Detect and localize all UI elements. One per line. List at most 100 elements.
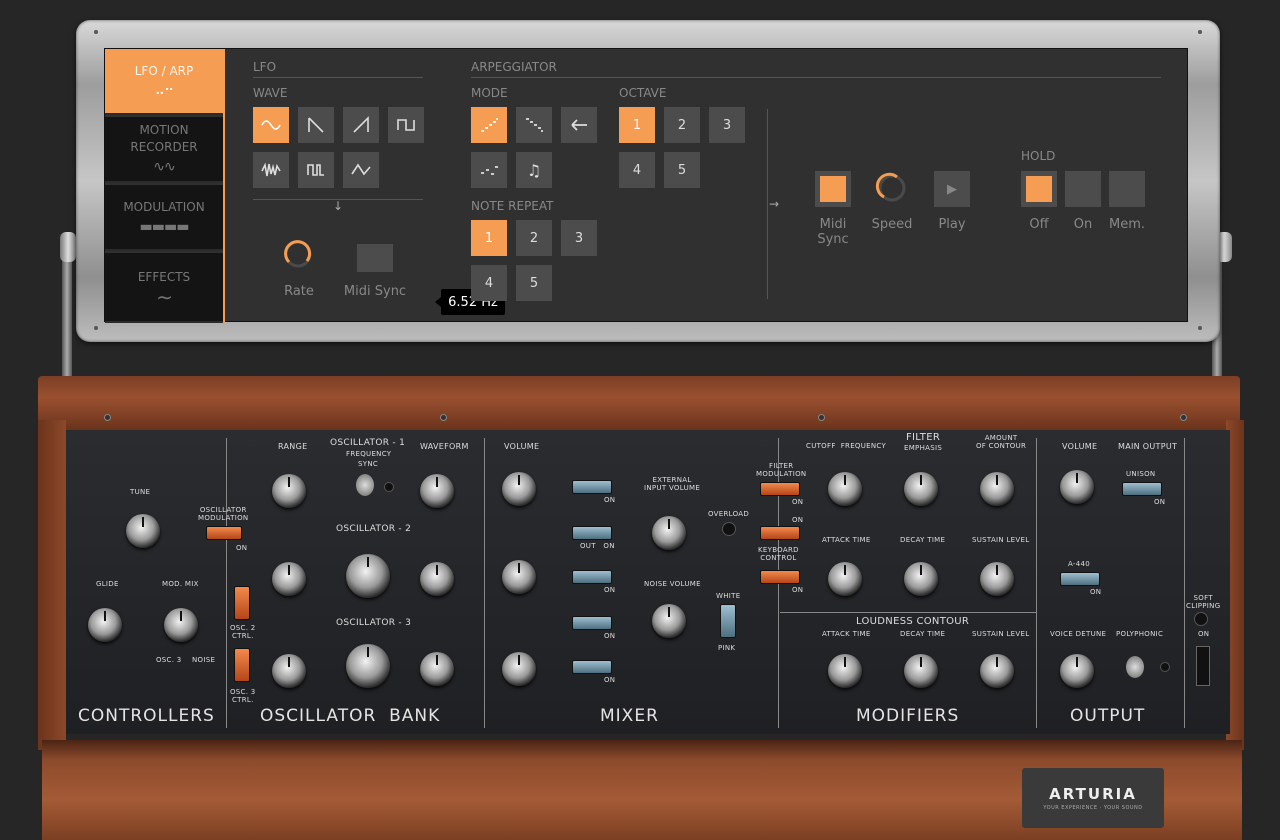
- osc-mod-switch[interactable]: [206, 526, 242, 540]
- mixer-osc1-switch[interactable]: [572, 480, 612, 494]
- osc2-ctrl-switch[interactable]: [234, 586, 250, 620]
- arp-midi-sync-button[interactable]: [815, 171, 851, 207]
- unison-switch[interactable]: [1122, 482, 1162, 496]
- arp-mode-back-button[interactable]: [561, 107, 597, 143]
- a440-switch[interactable]: [1060, 572, 1100, 586]
- arp-mode-up-button[interactable]: [471, 107, 507, 143]
- wave-sine-button[interactable]: [253, 107, 289, 143]
- octave-2-button[interactable]: 2: [664, 107, 700, 143]
- wave-random-button[interactable]: [253, 152, 289, 188]
- arp-lfo-screen: LFO / ARP ⠤⠒ MOTION RECORDER ∿∿ MODULATI…: [104, 48, 1188, 323]
- tab-effects[interactable]: EFFECTS ∼: [105, 253, 223, 323]
- amount-contour-knob[interactable]: [980, 472, 1014, 506]
- tab-modulation[interactable]: MODULATION ▬▬▬▬: [105, 185, 223, 251]
- tab-motion-recorder[interactable]: MOTION RECORDER ∿∿: [105, 117, 223, 183]
- osc2-range-knob[interactable]: [272, 562, 306, 596]
- mixer-osc3-switch[interactable]: [572, 660, 612, 674]
- tab-lfo-arp[interactable]: LFO / ARP ⠤⠒: [105, 49, 223, 115]
- arp-mode-order-button[interactable]: ♫: [516, 152, 552, 188]
- output-title: OUTPUT: [1070, 706, 1146, 726]
- wave-triangle-button[interactable]: [343, 152, 379, 188]
- filter-mod-switch[interactable]: [760, 482, 800, 496]
- noise-volume-knob[interactable]: [652, 604, 686, 638]
- pink-label: PINK: [718, 644, 736, 652]
- osc1-range-knob[interactable]: [272, 474, 306, 508]
- repeat-2-button[interactable]: 2: [516, 220, 552, 256]
- filter-attack-label: ATTACK TIME: [822, 536, 871, 544]
- divider-controllers: [226, 438, 227, 728]
- lfo-rate-knob[interactable]: [281, 237, 315, 271]
- loud-decay-knob[interactable]: [904, 654, 938, 688]
- osc1-title: OSCILLATOR - 1: [330, 438, 406, 448]
- arp-play-button[interactable]: ▶: [934, 171, 970, 207]
- rack-hinge-left: [60, 232, 76, 262]
- oscillator-bank-title: OSCILLATOR BANK: [260, 706, 441, 726]
- hold-off-label: Off: [1029, 217, 1049, 232]
- a440-on: ON: [1090, 588, 1102, 596]
- filter-decay-knob[interactable]: [904, 562, 938, 596]
- octave-5-button[interactable]: 5: [664, 152, 700, 188]
- polyphonic-toggle[interactable]: [1126, 656, 1144, 678]
- osc3-frequency-knob[interactable]: [346, 644, 390, 688]
- soft-clipping-switch[interactable]: [1196, 646, 1210, 686]
- wave-saw-up-button[interactable]: [343, 107, 379, 143]
- mixer-osc1-volume-knob[interactable]: [502, 472, 536, 506]
- octave-1-button[interactable]: 1: [619, 107, 655, 143]
- repeat-5-button[interactable]: 5: [516, 265, 552, 301]
- arp-mode-down-button[interactable]: [516, 107, 552, 143]
- keyboard-ctrl-switch-1[interactable]: [760, 526, 800, 540]
- wave-saw-down-button[interactable]: [298, 107, 334, 143]
- osc2-frequency-knob[interactable]: [346, 554, 390, 598]
- hold-off-button[interactable]: [1021, 171, 1057, 207]
- octave-3-button[interactable]: 3: [709, 107, 745, 143]
- mixer-osc2-volume-knob[interactable]: [502, 560, 536, 594]
- osc3-waveform-knob[interactable]: [420, 652, 454, 686]
- loud-sustain-knob[interactable]: [980, 654, 1014, 688]
- loud-decay-label: DECAY TIME: [900, 630, 946, 638]
- repeat-1-button[interactable]: 1: [471, 220, 507, 256]
- octave-4-button[interactable]: 4: [619, 152, 655, 188]
- hold-mem-button[interactable]: [1109, 171, 1145, 207]
- noise-color-switch[interactable]: [720, 604, 736, 638]
- mixer-osc1-on: ON: [604, 496, 616, 504]
- hold-label: HOLD: [1021, 149, 1056, 163]
- wave-pulse-button[interactable]: [298, 152, 334, 188]
- ext-input-knob[interactable]: [652, 516, 686, 550]
- mixer-noise-switch[interactable]: [572, 616, 612, 630]
- tune-knob[interactable]: [126, 514, 160, 548]
- loud-attack-knob[interactable]: [828, 654, 862, 688]
- mixer-out-on: OUT ON: [580, 542, 615, 550]
- sync-toggle[interactable]: [356, 474, 374, 496]
- modulation-grid-icon: ▬▬▬▬: [139, 218, 190, 235]
- arp-midi-sync-label: Midi Sync: [817, 217, 849, 247]
- arp-mode-random-button[interactable]: [471, 152, 507, 188]
- controllers-title: CONTROLLERS: [78, 706, 215, 726]
- cutoff-knob[interactable]: [828, 472, 862, 506]
- glide-knob[interactable]: [88, 608, 122, 642]
- osc3-range-knob[interactable]: [272, 654, 306, 688]
- osc3-ctrl-switch[interactable]: [234, 648, 250, 682]
- repeat-3-button[interactable]: 3: [561, 220, 597, 256]
- osc2-waveform-knob[interactable]: [420, 562, 454, 596]
- osc2-ctrl-label: OSC. 2 CTRL.: [230, 624, 256, 640]
- unison-label: UNISON: [1126, 470, 1156, 478]
- emphasis-knob[interactable]: [904, 472, 938, 506]
- play-label: Play: [938, 217, 966, 232]
- hold-on-button[interactable]: [1065, 171, 1101, 207]
- mixer-osc2-switch[interactable]: [572, 570, 612, 584]
- keyboard-ctrl-on-2: ON: [792, 586, 804, 594]
- osc1-waveform-knob[interactable]: [420, 474, 454, 508]
- lfo-midi-sync-button[interactable]: [357, 244, 393, 272]
- divider-osc: [484, 438, 485, 728]
- mixer-osc3-volume-knob[interactable]: [502, 652, 536, 686]
- keyboard-ctrl-switch-2[interactable]: [760, 570, 800, 584]
- output-volume-knob[interactable]: [1060, 470, 1094, 504]
- arp-speed-knob[interactable]: [875, 171, 909, 205]
- mod-mix-knob[interactable]: [164, 608, 198, 642]
- repeat-4-button[interactable]: 4: [471, 265, 507, 301]
- mixer-ext-switch[interactable]: [572, 526, 612, 540]
- filter-attack-knob[interactable]: [828, 562, 862, 596]
- voice-detune-knob[interactable]: [1060, 654, 1094, 688]
- wave-square-button[interactable]: [388, 107, 424, 143]
- filter-sustain-knob[interactable]: [980, 562, 1014, 596]
